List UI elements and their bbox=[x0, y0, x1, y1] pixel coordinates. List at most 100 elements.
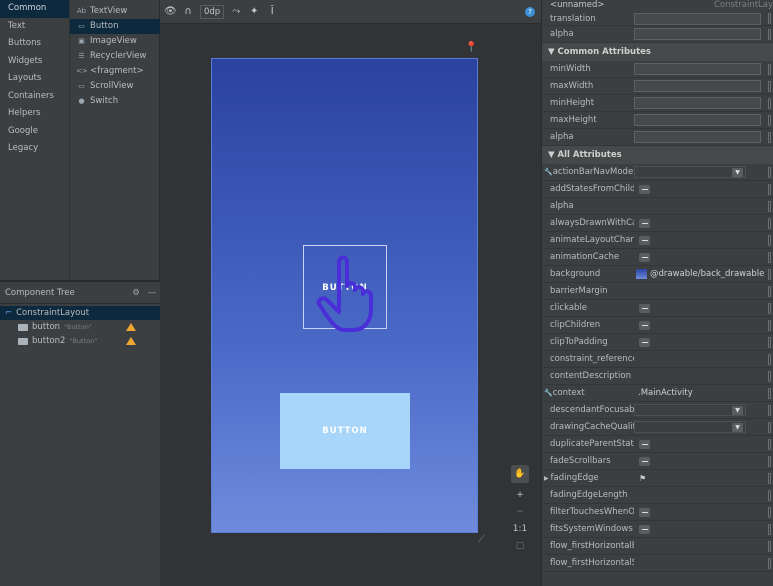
attr-dropdown[interactable]: ▼ bbox=[634, 166, 746, 178]
attr-row[interactable]: 🔧context .MainActivity bbox=[542, 385, 773, 402]
attr-value[interactable]: .MainActivity bbox=[634, 388, 693, 398]
resource-picker[interactable] bbox=[768, 97, 771, 109]
attr-row[interactable]: translation bbox=[542, 12, 773, 26]
resource-picker[interactable] bbox=[768, 285, 771, 297]
attr-row[interactable]: alpha bbox=[542, 198, 773, 215]
attr-row[interactable]: barrierMargin bbox=[542, 283, 773, 300]
palette-category-buttons[interactable]: Buttons bbox=[0, 35, 69, 53]
toggle-unset-icon[interactable] bbox=[639, 524, 650, 534]
magnet-icon[interactable]: ∩ bbox=[182, 6, 194, 17]
zoom-reset-button[interactable]: 1:1 bbox=[513, 524, 527, 534]
toggle-unset-icon[interactable] bbox=[639, 303, 650, 313]
button2-preview[interactable]: BUTTON bbox=[280, 393, 410, 469]
attr-dropdown[interactable]: ▼ bbox=[634, 404, 746, 416]
toggle-unset-icon[interactable] bbox=[639, 235, 650, 245]
resource-picker[interactable] bbox=[768, 472, 771, 484]
palette-item-textview[interactable]: Ab TextView bbox=[70, 4, 160, 19]
attr-row[interactable]: minWidth bbox=[542, 61, 773, 78]
resource-picker[interactable] bbox=[768, 114, 771, 126]
resource-picker[interactable] bbox=[768, 353, 771, 365]
attr-row[interactable]: duplicateParentState bbox=[542, 436, 773, 453]
palette-category-containers[interactable]: Containers bbox=[0, 88, 69, 106]
resource-picker[interactable] bbox=[768, 234, 771, 246]
toggle-unset-icon[interactable] bbox=[639, 456, 650, 466]
toggle-unset-icon[interactable] bbox=[639, 507, 650, 517]
attr-row[interactable]: 🔧actionBarNavMode ▼ bbox=[542, 164, 773, 181]
attr-row[interactable]: maxHeight bbox=[542, 112, 773, 129]
fit-screen-icon[interactable]: ▢ bbox=[516, 541, 525, 551]
attr-row[interactable]: fadeScrollbars bbox=[542, 453, 773, 470]
flag-icon[interactable]: ⚑ bbox=[639, 474, 646, 483]
resource-picker[interactable] bbox=[768, 506, 771, 518]
toggle-unset-icon[interactable] bbox=[639, 439, 650, 449]
resource-picker[interactable] bbox=[768, 200, 771, 212]
tree-row-button[interactable]: button "Button" bbox=[0, 320, 160, 334]
resource-picker[interactable] bbox=[768, 268, 771, 280]
device-screen[interactable]: BUTTON BUTTON bbox=[211, 58, 478, 533]
palette-category-google[interactable]: Google bbox=[0, 123, 69, 141]
resource-picker[interactable] bbox=[768, 183, 771, 195]
attr-row[interactable]: clickable bbox=[542, 300, 773, 317]
section-all-attributes[interactable]: ▼ All Attributes bbox=[542, 146, 773, 164]
attr-value[interactable]: @drawable/back_drawable bbox=[650, 269, 764, 279]
resource-picker[interactable] bbox=[768, 302, 771, 314]
palette-item-switch[interactable]: ● Switch bbox=[70, 94, 160, 109]
attr-value-field[interactable] bbox=[634, 28, 761, 40]
help-icon[interactable]: ? bbox=[525, 7, 535, 17]
attr-value-field[interactable] bbox=[634, 97, 761, 109]
attr-row[interactable]: alpha bbox=[542, 26, 773, 43]
toggle-unset-icon[interactable] bbox=[639, 218, 650, 228]
resource-picker[interactable] bbox=[768, 404, 771, 416]
infer-constraints-icon[interactable]: ✦ bbox=[248, 6, 260, 17]
attr-dropdown[interactable]: ▼ bbox=[634, 421, 746, 433]
palette-category-helpers[interactable]: Helpers bbox=[0, 105, 69, 123]
resource-picker[interactable] bbox=[768, 63, 771, 75]
resource-picker[interactable] bbox=[768, 455, 771, 467]
attr-row[interactable]: flow_firstHorizontalBi... bbox=[542, 538, 773, 555]
resource-picker[interactable] bbox=[768, 319, 771, 331]
resource-picker[interactable] bbox=[768, 80, 771, 92]
tree-row-constraintlayout[interactable]: ⌐ ConstraintLayout bbox=[0, 306, 160, 320]
attr-value-field[interactable] bbox=[634, 63, 761, 75]
resource-picker[interactable] bbox=[768, 387, 771, 399]
attr-row[interactable]: fadingEdgeLength bbox=[542, 487, 773, 504]
attr-row[interactable]: constraint_referenced... bbox=[542, 351, 773, 368]
attr-row[interactable]: clipToPadding bbox=[542, 334, 773, 351]
attr-row[interactable]: animationCache bbox=[542, 249, 773, 266]
zoom-in-icon[interactable]: + bbox=[516, 490, 524, 500]
resource-picker[interactable] bbox=[768, 166, 771, 178]
resource-picker[interactable] bbox=[768, 336, 771, 348]
attr-row[interactable]: alpha bbox=[542, 129, 773, 146]
zoom-out-icon[interactable]: − bbox=[516, 507, 524, 517]
attr-row[interactable]: animateLayoutChanges bbox=[542, 232, 773, 249]
eye-icon[interactable]: 👁 bbox=[164, 6, 177, 17]
attr-row[interactable]: flow_firstHorizontalSt... bbox=[542, 555, 773, 572]
attr-row[interactable]: clipChildren bbox=[542, 317, 773, 334]
pan-hand-icon[interactable]: ✋ bbox=[511, 465, 529, 483]
resource-picker[interactable] bbox=[768, 251, 771, 263]
resource-picker[interactable] bbox=[768, 438, 771, 450]
tree-row-button2[interactable]: button2 "Button" bbox=[0, 334, 160, 348]
resource-picker[interactable] bbox=[768, 131, 771, 143]
palette-item-button[interactable]: ▭ Button bbox=[70, 19, 160, 34]
attr-row[interactable]: filterTouchesWhenOb... bbox=[542, 504, 773, 521]
palette-item-imageview[interactable]: ▣ ImageView bbox=[70, 34, 160, 49]
resource-picker[interactable] bbox=[768, 540, 771, 552]
palette-category-text[interactable]: Text bbox=[0, 18, 69, 36]
resource-picker[interactable] bbox=[768, 421, 771, 433]
attr-row[interactable]: background @drawable/back_drawable bbox=[542, 266, 773, 283]
palette-category-legacy[interactable]: Legacy bbox=[0, 140, 69, 158]
attr-row[interactable]: fitsSystemWindows bbox=[542, 521, 773, 538]
resource-picker[interactable] bbox=[768, 523, 771, 535]
attr-value-field[interactable] bbox=[634, 131, 761, 143]
resource-picker[interactable] bbox=[768, 557, 771, 569]
attr-value-field[interactable] bbox=[634, 80, 761, 92]
section-common-attributes[interactable]: ▼ Common Attributes bbox=[542, 43, 773, 61]
attr-row[interactable]: minHeight bbox=[542, 95, 773, 112]
attr-row[interactable]: maxWidth bbox=[542, 78, 773, 95]
attr-row[interactable]: alwaysDrawnWithCac... bbox=[542, 215, 773, 232]
attr-row[interactable]: ▶ fadingEdge ⚑ bbox=[542, 470, 773, 487]
resource-picker[interactable] bbox=[768, 217, 771, 229]
default-margin-dropdown[interactable]: 0dp bbox=[200, 4, 225, 19]
toggle-unset-icon[interactable] bbox=[639, 337, 650, 347]
